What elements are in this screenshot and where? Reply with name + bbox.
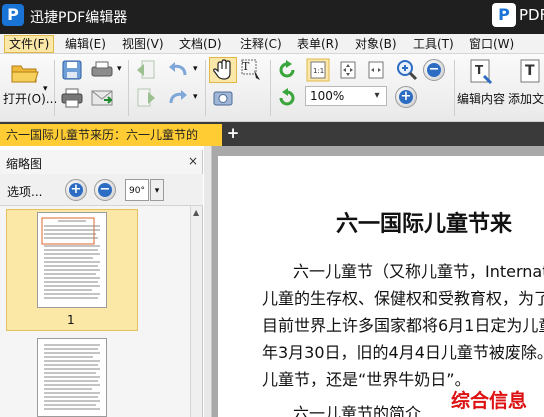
zoom-value: 100% — [310, 89, 345, 103]
plus-icon: + — [69, 182, 83, 197]
rotate-dropdown-icon[interactable]: ▾ — [150, 179, 164, 201]
document-subheading: 六一儿童节的简介 — [293, 404, 422, 417]
toolbar-separator — [54, 60, 55, 116]
menu-tools[interactable]: 工具(T) — [413, 36, 454, 52]
svg-text:T: T — [525, 63, 535, 79]
document-line: 六一儿童节（又称儿童节，Internatio — [293, 262, 544, 281]
add-text-label[interactable]: 添加文 — [508, 90, 544, 107]
thumbnail-list: 1 — [6, 209, 190, 417]
minus-icon: − — [427, 62, 441, 77]
brand-text: PDF — [519, 6, 544, 24]
brand-logo-icon: P — [492, 3, 516, 27]
undo-dropdown-icon[interactable]: ▾ — [193, 64, 198, 74]
redo-icon[interactable] — [166, 86, 190, 110]
document-title: 六一国际儿童节来 — [336, 212, 513, 237]
menu-document[interactable]: 文档(D) — [179, 36, 222, 52]
thumbnail-page-number: 1 — [67, 313, 75, 327]
menu-file[interactable]: 文件(F) — [4, 35, 55, 53]
menu-form[interactable]: 表单(R) — [297, 36, 339, 52]
menu-bar: 文件(F) 编辑(E) 视图(V) 文档(D) 注释(C) 表单(R) 对象(B… — [0, 34, 544, 54]
zoom-dropdown-icon[interactable]: ▾ — [370, 89, 384, 103]
thumbnail-page-2[interactable] — [37, 338, 107, 417]
document-line: 目前世界上许多国家都将6月1日定为儿童 — [262, 316, 544, 335]
menu-edit[interactable]: 编辑(E) — [65, 36, 106, 52]
svg-text:T: T — [475, 63, 484, 77]
snapshot-icon[interactable] — [211, 86, 235, 110]
panel-title: 缩略图 — [6, 157, 43, 171]
thumbnail-panel: 缩略图 × 选项... + − 90° ▾ 1 ▲ — [0, 150, 203, 417]
open-label[interactable]: 打开(O)... — [3, 90, 57, 107]
thumbnail-scrollbar[interactable]: ▲ — [190, 206, 202, 417]
undo-icon[interactable] — [166, 58, 190, 82]
save-icon[interactable] — [60, 58, 84, 82]
document-tab[interactable]: 六一国际儿童节来历：六一儿童节的 — [0, 124, 222, 146]
document-tab-strip: 六一国际儿童节来历：六一儿童节的 + — [0, 122, 544, 146]
rotate-clockwise-icon[interactable] — [275, 58, 299, 82]
minus-icon: − — [98, 182, 112, 197]
menu-object[interactable]: 对象(B) — [355, 36, 397, 52]
next-view-icon[interactable] — [134, 86, 158, 110]
select-text-icon[interactable]: T — [240, 58, 264, 82]
document-line: 年3月30日，旧的4月4日儿童节被废除。 — [262, 343, 544, 362]
thumbnail-content-image — [44, 344, 100, 410]
toolbar-separator — [128, 60, 129, 116]
app-title: 迅捷PDF编辑器 — [30, 10, 128, 26]
zoom-select[interactable]: 100% ▾ — [305, 86, 387, 106]
print-icon[interactable] — [60, 86, 84, 110]
zoom-out-button[interactable]: − — [423, 59, 445, 81]
svg-text:1:1: 1:1 — [313, 67, 324, 75]
menu-window[interactable]: 窗口(W) — [469, 36, 514, 52]
actual-size-icon[interactable]: 1:1 — [306, 58, 330, 82]
thumbnail-zoom-in-button[interactable]: + — [65, 179, 87, 201]
zoom-magnifier-icon[interactable] — [395, 58, 419, 82]
fit-width-icon[interactable] — [364, 58, 388, 82]
panel-splitter[interactable] — [204, 146, 212, 417]
svg-text:T: T — [242, 60, 250, 73]
edit-content-label[interactable]: 编辑内容 — [457, 90, 505, 107]
scroll-up-icon[interactable]: ▲ — [193, 208, 199, 217]
options-menu[interactable]: 选项... — [7, 183, 42, 200]
redo-dropdown-icon[interactable]: ▾ — [193, 92, 198, 102]
close-panel-button[interactable]: × — [188, 154, 198, 168]
app-logo-icon: P — [2, 4, 24, 26]
open-folder-icon[interactable] — [10, 60, 40, 86]
fit-page-icon[interactable] — [336, 58, 360, 82]
add-text-icon[interactable]: T — [518, 58, 544, 86]
toolbar-separator — [205, 60, 206, 116]
email-icon[interactable] — [90, 86, 114, 110]
menu-comment[interactable]: 注释(C) — [240, 36, 282, 52]
toolbar-separator — [270, 60, 271, 116]
thumbnail-page-1[interactable] — [37, 212, 107, 308]
new-tab-button[interactable]: + — [226, 126, 240, 141]
open-dropdown-icon[interactable]: ▾ — [43, 84, 48, 94]
watermark-text: 综合信息 — [451, 390, 528, 412]
hand-tool-icon[interactable] — [211, 58, 235, 82]
thumbnail-zoom-out-button[interactable]: − — [94, 179, 116, 201]
document-line: 儿童节，还是“世界牛奶日”。 — [262, 370, 471, 389]
scan-dropdown-icon[interactable]: ▾ — [117, 64, 122, 74]
menu-view[interactable]: 视图(V) — [122, 36, 164, 52]
thumbnail-toolbar: 选项... + − 90° ▾ — [0, 174, 203, 206]
toolbar-separator — [454, 60, 455, 116]
rotate-counterclockwise-icon[interactable] — [275, 86, 299, 110]
edit-content-icon[interactable]: T — [468, 58, 494, 86]
rotate-page-button[interactable]: 90° — [125, 179, 149, 201]
scan-icon[interactable] — [90, 58, 114, 82]
document-line: 儿童的生存权、保健权和受教育权，为了 — [262, 289, 544, 308]
title-bar: P 迅捷PDF编辑器 P PDF — [0, 0, 544, 34]
thumbnail-content-image — [41, 217, 100, 299]
zoom-in-button[interactable]: + — [395, 86, 417, 108]
previous-view-icon[interactable] — [134, 58, 158, 82]
plus-icon: + — [399, 89, 413, 104]
